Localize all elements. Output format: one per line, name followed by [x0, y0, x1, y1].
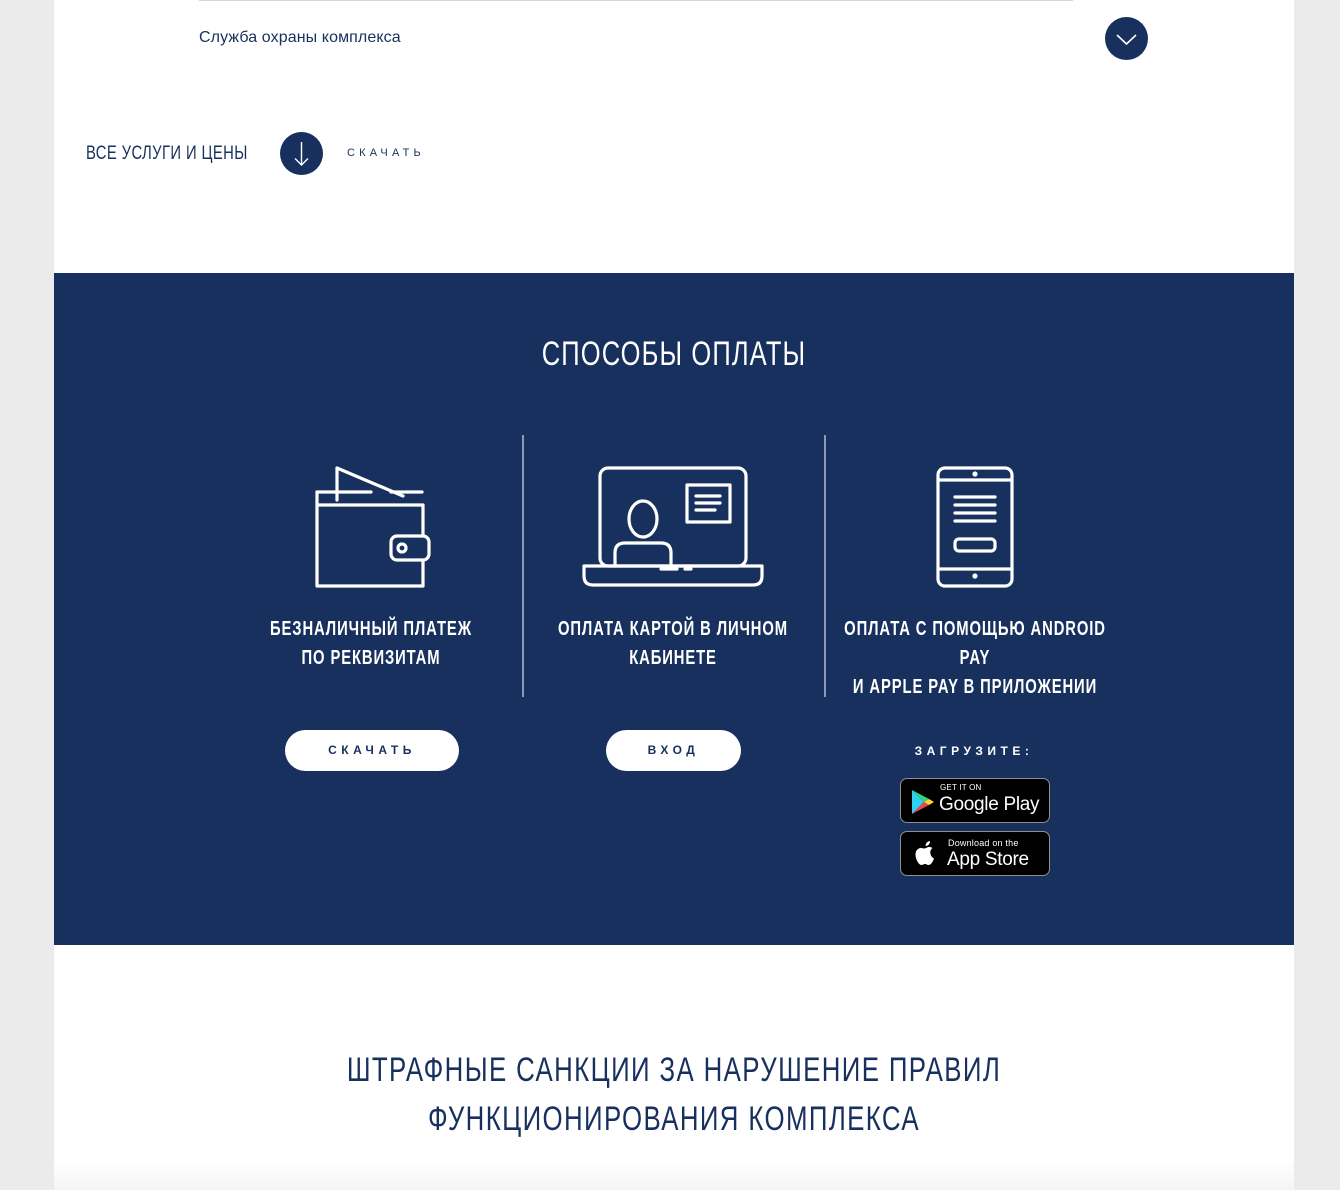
wallet-icon: [315, 466, 431, 588]
payment-method-label: ОПЛАТА КАРТОЙ В ЛИЧНОМ КАБИНЕТЕ: [557, 618, 789, 669]
app-store-badge[interactable]: Download on the App Store: [900, 831, 1050, 876]
services-prices-label: ВСЕ УСЛУГИ И ЦЕНЫ: [86, 143, 248, 164]
smartphone-icon: [936, 466, 1014, 588]
payment-method-label: БЕЗНАЛИЧНЫЙ ПЛАТЕЖ ПО РЕКВИЗИТАМ: [270, 618, 472, 669]
services-download-button[interactable]: [280, 132, 323, 175]
accordion-item-title[interactable]: Служба охраны комплекса: [199, 29, 401, 47]
payment-section-title: СПОСОБЫ ОПЛАТЫ: [541, 335, 807, 373]
google-play-badge[interactable]: GET IT ON Google Play: [900, 778, 1050, 823]
accordion-divider: [199, 0, 1073, 1]
chevron-down-icon: [1116, 34, 1137, 46]
apple-icon: [915, 841, 934, 865]
services-download-link[interactable]: СКАЧАТЬ: [347, 147, 425, 159]
payment-method-label: ОПЛАТА С ПОМОЩЬЮ ANDROID PAY И APPLE PAY…: [844, 618, 1106, 698]
google-play-icon: [912, 790, 934, 814]
download-app-prompt: ЗАГРУЗИТЕ:: [914, 744, 1034, 758]
laptop-account-icon: [582, 466, 764, 587]
arrow-down-icon: [294, 142, 309, 166]
payment-methods-section: СПОСОБЫ ОПЛАТЫ БЕЗНАЛИЧНЫЙ ПЛАТЕЖ ПО РЕК…: [54, 273, 1294, 945]
fines-section-title: ШТРАФНЫЕ САНКЦИИ ЗА НАРУШЕНИЕ ПРАВИЛ ФУН…: [346, 1051, 1002, 1138]
section-edge: [54, 1160, 1294, 1190]
login-button[interactable]: ВХОД: [606, 730, 741, 771]
download-requisites-button[interactable]: СКАЧАТЬ: [285, 730, 459, 771]
accordion-expand-button[interactable]: [1105, 17, 1148, 60]
page-content: Служба охраны комплекса ВСЕ УСЛУГИ И ЦЕН…: [54, 0, 1294, 1190]
